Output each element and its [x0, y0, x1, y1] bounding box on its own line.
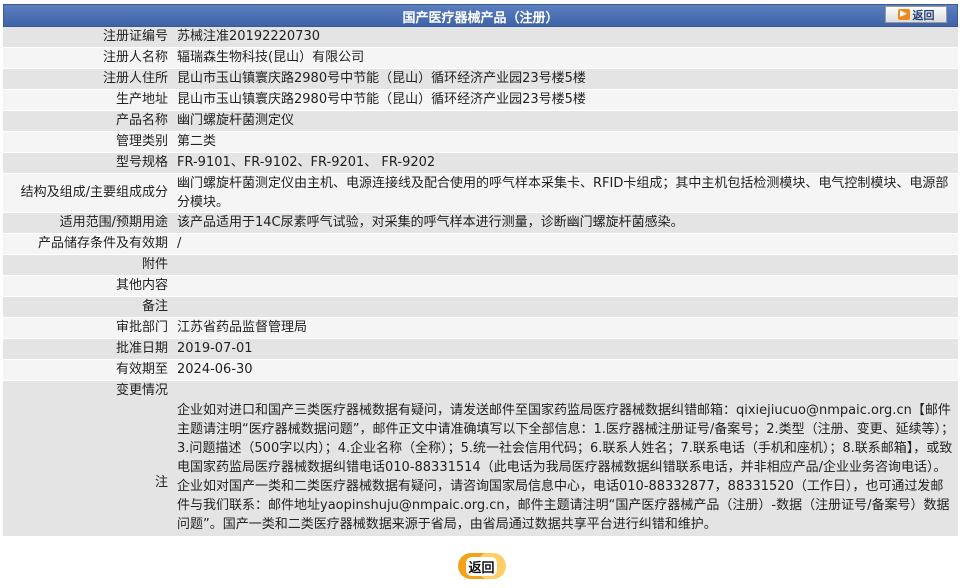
field-label: 附件: [3, 254, 174, 276]
note-label-cell: 变更情况 注: [3, 380, 174, 537]
field-label: 注册人住所: [3, 68, 174, 90]
row-note: 变更情况 注 企业如对进口和国产三类医疗器械数据有疑问，请发送邮件至国家药监局医…: [3, 380, 958, 537]
row-other-content: 其他内容: [3, 275, 958, 297]
field-label: 备注: [3, 296, 174, 318]
back-button-bottom[interactable]: 返回: [457, 553, 506, 579]
field-label: 审批部门: [3, 317, 174, 339]
row-management-class: 管理类别 第二类: [3, 131, 958, 153]
field-value: 苏械注准20192220730: [174, 27, 958, 48]
field-value: 第二类: [174, 131, 958, 153]
field-value: 幽门螺旋杆菌测定仪: [174, 110, 958, 132]
note-text: 企业如对进口和国产三类医疗器械数据有疑问，请发送邮件至国家药监局医疗器械数据纠错…: [174, 380, 958, 537]
footer: 返回: [0, 553, 963, 579]
field-value: /: [174, 233, 958, 255]
field-label: 结构及组成/主要组成成分: [3, 173, 174, 213]
field-label: 有效期至: [3, 359, 174, 381]
field-label: 批准日期: [3, 338, 174, 360]
field-label: 管理类别: [3, 131, 174, 153]
row-model-spec: 型号规格 FR-9101、FR-9102、FR-9201、 FR-9202: [3, 152, 958, 174]
note-label: 注: [154, 475, 168, 490]
title-bar: 国产医疗器械产品（注册） ▶ 返回: [3, 4, 958, 27]
field-value: 昆山市玉山镇寰庆路2980号中节能（昆山）循环经济产业园23号楼5楼: [174, 89, 958, 111]
detail-panel: 国产医疗器械产品（注册） ▶ 返回 注册证编号 苏械注准20192220730 …: [3, 4, 958, 537]
row-approval-department: 审批部门 江苏省药品监督管理局: [3, 317, 958, 339]
field-value: [174, 254, 958, 276]
row-remarks: 备注: [3, 296, 958, 318]
row-registration-number: 注册证编号 苏械注准20192220730: [3, 27, 958, 48]
field-value: 幽门螺旋杆菌测定仪由主机、电源连接线及配合使用的呼气样本采集卡、RFID卡组成；…: [174, 173, 958, 213]
back-button-label: 返回: [912, 8, 935, 22]
field-label: 注册证编号: [3, 27, 174, 48]
back-button-top[interactable]: ▶ 返回: [885, 6, 947, 23]
field-value: 辐瑞森生物科技(昆山）有限公司: [174, 47, 958, 69]
field-label: 变更情况: [115, 383, 168, 398]
row-intended-use: 适用范围/预期用途 该产品适用于14C尿素呼气试验，对采集的呼气样本进行测量，诊…: [3, 212, 958, 234]
row-product-name: 产品名称 幽门螺旋杆菌测定仪: [3, 110, 958, 132]
field-label: 其他内容: [3, 275, 174, 297]
field-value: FR-9101、FR-9102、FR-9201、 FR-9202: [174, 152, 958, 174]
row-structure-composition: 结构及组成/主要组成成分 幽门螺旋杆菌测定仪由主机、电源连接线及配合使用的呼气样…: [3, 173, 958, 213]
page-title: 国产医疗器械产品（注册）: [402, 11, 559, 26]
row-attachments: 附件: [3, 254, 958, 276]
back-button-label: 返回: [466, 556, 497, 576]
detail-table: 注册证编号 苏械注准20192220730 注册人名称 辐瑞森生物科技(昆山）有…: [3, 27, 958, 537]
field-label: 注册人名称: [3, 47, 174, 69]
row-storage-conditions: 产品储存条件及有效期 /: [3, 233, 958, 255]
field-value: 昆山市玉山镇寰庆路2980号中节能（昆山）循环经济产业园23号楼5楼: [174, 68, 958, 90]
row-valid-until: 有效期至 2024-06-30: [3, 359, 958, 381]
arrow-right-icon: ▶: [897, 9, 910, 20]
field-label: 生产地址: [3, 89, 174, 111]
field-value: 2019-07-01: [174, 338, 958, 360]
field-label: 型号规格: [3, 152, 174, 174]
row-approval-date: 批准日期 2019-07-01: [3, 338, 958, 360]
row-registrant-address: 注册人住所 昆山市玉山镇寰庆路2980号中节能（昆山）循环经济产业园23号楼5楼: [3, 68, 958, 90]
field-value: 江苏省药品监督管理局: [174, 317, 958, 339]
row-registrant-name: 注册人名称 辐瑞森生物科技(昆山）有限公司: [3, 47, 958, 69]
row-production-address: 生产地址 昆山市玉山镇寰庆路2980号中节能（昆山）循环经济产业园23号楼5楼: [3, 89, 958, 111]
field-value: [174, 296, 958, 318]
field-label: 产品储存条件及有效期: [3, 233, 174, 255]
field-label: 产品名称: [3, 110, 174, 132]
field-value: 2024-06-30: [174, 359, 958, 381]
field-value: 该产品适用于14C尿素呼气试验，对采集的呼气样本进行测量，诊断幽门螺旋杆菌感染。: [174, 212, 958, 234]
field-value: [174, 275, 958, 297]
field-label: 适用范围/预期用途: [3, 212, 174, 234]
